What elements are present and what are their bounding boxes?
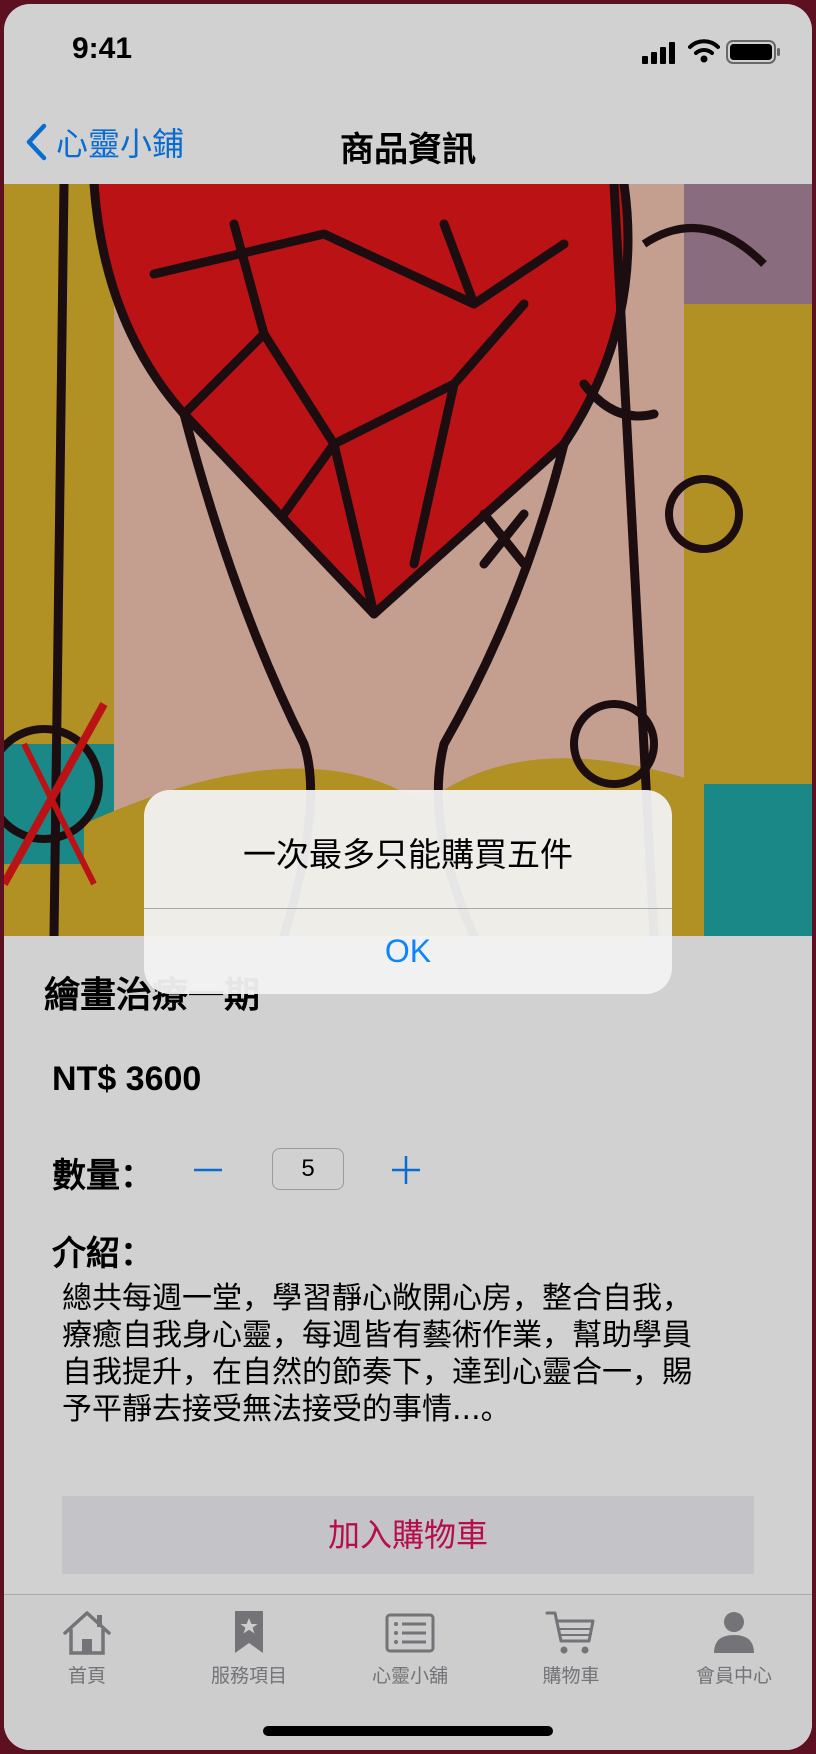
alert-message: 一次最多只能購買五件 (243, 835, 573, 874)
phone-screen: 9:41 心靈小鋪 商品資訊 繪畫治療一期 NT$ 3600 數量： 5 介紹：… (4, 4, 812, 1750)
alert-dialog: 一次最多只能購買五件 OK (144, 790, 672, 994)
alert-ok-button[interactable]: OK (144, 908, 672, 994)
